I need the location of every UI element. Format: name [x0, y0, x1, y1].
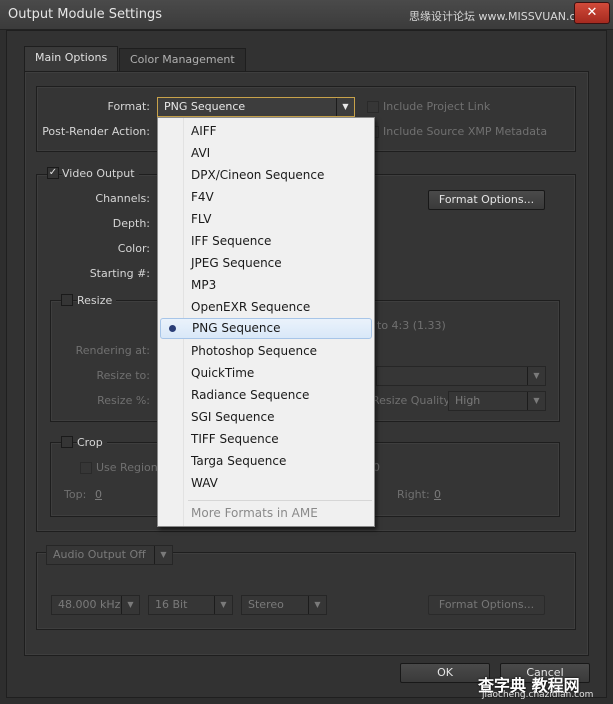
menu-item-label: PNG Sequence [192, 321, 281, 335]
format-select[interactable]: PNG Sequence ▼ [157, 97, 355, 117]
include-project-link-checkbox[interactable] [367, 101, 379, 113]
resize-quality-label: Resize Quality: [372, 394, 453, 407]
audio-output-select[interactable]: Audio Output Off ▼ [46, 545, 173, 565]
audio-channels-value: Stereo [248, 598, 284, 611]
resize-percent-label: Resize %: [97, 394, 150, 407]
menu-item-label: F4V [191, 190, 214, 204]
menu-item-label: TIFF Sequence [191, 432, 279, 446]
menu-item-label: MP3 [191, 278, 217, 292]
depth-label: Depth: [112, 217, 150, 230]
menu-item-mp3[interactable]: MP3 [160, 275, 372, 296]
selected-bullet-icon [169, 325, 176, 332]
crop-top-value[interactable]: 0 [95, 488, 102, 501]
menu-item-dpx-cineon[interactable]: DPX/Cineon Sequence [160, 165, 372, 186]
menu-item-quicktime[interactable]: QuickTime [160, 363, 372, 384]
menu-item-f4v[interactable]: F4V [160, 187, 372, 208]
menu-item-wav[interactable]: WAV [160, 473, 372, 494]
chevron-down-icon: ▼ [121, 596, 139, 614]
window-title: Output Module Settings [8, 7, 163, 22]
menu-item-iff[interactable]: IFF Sequence [160, 231, 372, 252]
menu-item-label: Photoshop Sequence [191, 344, 318, 358]
menu-separator [188, 500, 372, 501]
audio-format-options-button[interactable]: Format Options... [428, 595, 545, 615]
chevron-down-icon: ▼ [336, 98, 354, 116]
menu-item-label: WAV [191, 476, 218, 490]
include-xmp-label: Include Source XMP Metadata [383, 125, 548, 138]
crop-label: Crop [77, 436, 107, 449]
bit-depth-value: 16 Bit [155, 598, 188, 611]
chevron-down-icon: ▼ [214, 596, 232, 614]
starting-number-label: Starting #: [89, 267, 150, 280]
resize-quality-value: High [455, 394, 481, 407]
menu-item-aiff[interactable]: AIFF [160, 121, 372, 142]
chevron-down-icon: ▼ [527, 392, 545, 410]
resize-quality-select[interactable]: High ▼ [448, 391, 546, 411]
close-button[interactable]: ✕ [574, 2, 610, 24]
format-dropdown-menu: AIFF AVI DPX/Cineon Sequence F4V FLV IFF… [157, 117, 375, 527]
tab-main-options[interactable]: Main Options [24, 46, 119, 72]
resize-ratio-text: to 4:3 (1.33) [377, 319, 446, 332]
tab-color-management[interactable]: Color Management [119, 48, 246, 72]
watermark-bottom-url: jiaocheng.chazidian.com [482, 690, 594, 700]
video-output-checkbox[interactable]: ✓ [47, 167, 59, 179]
crop-top-label: Top: [64, 488, 87, 501]
bit-depth-select[interactable]: 16 Bit ▼ [148, 595, 233, 615]
audio-channels-select[interactable]: Stereo ▼ [241, 595, 327, 615]
menu-item-targa[interactable]: Targa Sequence [160, 451, 372, 472]
resize-preset-select[interactable]: ▼ [376, 366, 546, 386]
video-format-options-button[interactable]: Format Options... [428, 190, 545, 210]
color-label: Color: [117, 242, 150, 255]
ok-button[interactable]: OK [400, 663, 490, 683]
crop-right-value[interactable]: 0 [434, 488, 441, 501]
menu-item-label: JPEG Sequence [191, 256, 282, 270]
chevron-down-icon: ▼ [527, 367, 545, 385]
crop-checkbox[interactable] [61, 436, 73, 448]
sample-rate-value: 48.000 kHz [58, 598, 121, 611]
menu-item-jpeg[interactable]: JPEG Sequence [160, 253, 372, 274]
format-select-value: PNG Sequence [164, 100, 246, 113]
menu-item-label: Targa Sequence [191, 454, 287, 468]
menu-item-label: AVI [191, 146, 211, 160]
menu-item-label: OpenEXR Sequence [191, 300, 311, 314]
menu-item-label: Radiance Sequence [191, 388, 310, 402]
resize-to-label: Resize to: [96, 369, 151, 382]
menu-item-label: FLV [191, 212, 212, 226]
chevron-down-icon: ▼ [154, 546, 172, 564]
menu-item-radiance[interactable]: Radiance Sequence [160, 385, 372, 406]
sample-rate-select[interactable]: 48.000 kHz ▼ [51, 595, 140, 615]
menu-item-label: More Formats in AME [191, 506, 318, 520]
menu-item-openexr[interactable]: OpenEXR Sequence [160, 297, 372, 318]
watermark-top: 思缘设计论坛 www.MISSVUAN.com [409, 10, 593, 23]
rendering-at-label: Rendering at: [75, 344, 150, 357]
menu-item-avi[interactable]: AVI [160, 143, 372, 164]
menu-item-flv[interactable]: FLV [160, 209, 372, 230]
crop-right-label: Right: [397, 488, 430, 501]
menu-item-more-formats[interactable]: More Formats in AME [160, 503, 372, 524]
menu-item-tiff[interactable]: TIFF Sequence [160, 429, 372, 450]
menu-item-sgi[interactable]: SGI Sequence [160, 407, 372, 428]
menu-item-label: DPX/Cineon Sequence [191, 168, 325, 182]
menu-item-label: SGI Sequence [191, 410, 275, 424]
menu-item-png[interactable]: PNG Sequence [160, 318, 372, 339]
menu-item-label: QuickTime [191, 366, 255, 380]
use-region-label: Use Region [96, 461, 158, 474]
include-project-link-label: Include Project Link [383, 100, 491, 113]
video-output-label: Video Output [62, 167, 139, 180]
channels-label: Channels: [95, 192, 150, 205]
audio-output-value: Audio Output Off [53, 548, 146, 561]
resize-checkbox[interactable] [61, 294, 73, 306]
chevron-down-icon: ▼ [308, 596, 326, 614]
menu-item-label: IFF Sequence [191, 234, 272, 248]
use-region-checkbox[interactable] [80, 462, 92, 474]
resize-label: Resize [77, 294, 117, 307]
menu-item-photoshop[interactable]: Photoshop Sequence [160, 341, 372, 362]
post-render-label: Post-Render Action: [42, 125, 150, 138]
menu-item-label: AIFF [191, 124, 217, 138]
format-label: Format: [107, 100, 150, 113]
